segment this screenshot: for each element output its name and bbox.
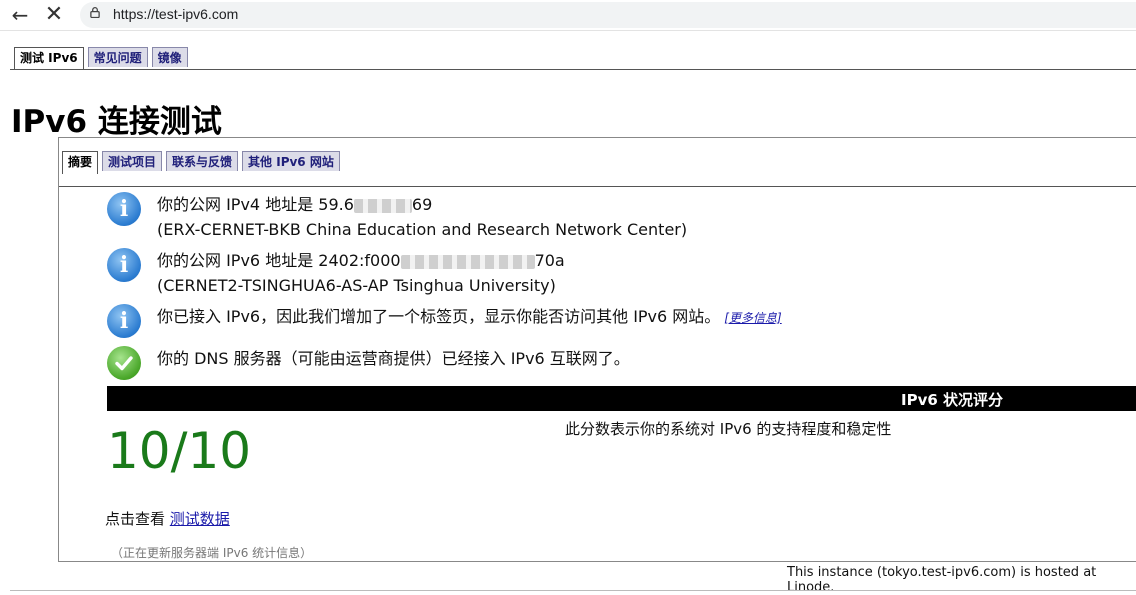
browser-toolbar: ← ✕ https://test-ipv6.com — [0, 0, 1136, 31]
close-icon[interactable]: ✕ — [42, 3, 66, 27]
dns-result: 你的 DNS 服务器（可能由运营商提供）已经接入 IPv6 互联网了。 — [107, 346, 630, 380]
info-icon: i — [107, 248, 141, 282]
redaction-mask — [353, 198, 412, 213]
ipv6-result: i 你的公网 IPv6 地址是 2402:f000 70a (CERNET2-TS… — [107, 248, 565, 298]
ipv4-address-prefix: 你的公网 IPv4 地址是 59.6 — [157, 195, 354, 214]
checkmark-icon — [107, 346, 141, 380]
test-data-link[interactable]: 测试数据 — [170, 510, 230, 528]
score-value: 10/10 — [107, 422, 252, 480]
top-tabs: 测试 IPv6 常见问题 镜像 — [14, 47, 188, 70]
score-header-bar: IPv6 状况评分 — [107, 386, 1136, 411]
tab-contact-feedback[interactable]: 联系与反馈 — [166, 151, 239, 171]
info-icon: i — [107, 304, 141, 338]
subtabs-divider — [59, 186, 1136, 187]
dns-result-text: 你的 DNS 服务器（可能由运营商提供）已经接入 IPv6 互联网了。 — [157, 349, 630, 368]
tab-test-ipv6[interactable]: 测试 IPv6 — [14, 47, 84, 70]
bottom-divider — [10, 590, 1136, 591]
view-data-prefix: 点击查看 — [105, 510, 170, 528]
ipv6-address-prefix: 你的公网 IPv6 地址是 2402:f000 — [157, 251, 401, 270]
url-text: https://test-ipv6.com — [113, 6, 239, 22]
tabs-divider — [10, 69, 1136, 70]
redaction-mask — [400, 254, 535, 269]
updating-status: （正在更新服务器端 IPv6 统计信息） — [111, 546, 313, 560]
ipv4-address-suffix: 69 — [411, 195, 433, 214]
ipv6-network: (CERNET2-TSINGHUA6-AS-AP Tsinghua Univer… — [157, 276, 556, 295]
view-data: 点击查看 测试数据 — [105, 508, 230, 529]
tab-mirrors[interactable]: 镜像 — [151, 47, 188, 67]
tab-faq[interactable]: 常见问题 — [87, 47, 148, 67]
score-header: IPv6 状况评分 — [901, 391, 1004, 409]
more-info-link[interactable]: [更多信息] — [724, 311, 781, 325]
back-arrow-icon[interactable]: ← — [8, 3, 32, 27]
sub-tabs: 摘要 测试项目 联系与反馈 其他 IPv6 网站 — [62, 151, 340, 174]
results-panel: 摘要 测试项目 联系与反馈 其他 IPv6 网站 i 你的公网 IPv4 地址是… — [58, 137, 1136, 562]
ipv4-result: i 你的公网 IPv4 地址是 59.6 69 (ERX-CERNET-BKB C… — [107, 192, 687, 242]
tab-other-ipv6-sites[interactable]: 其他 IPv6 网站 — [242, 151, 340, 171]
ipv6-tab-notice: i 你已接入 IPv6，因此我们增加了一个标签页，显示你能否访问其他 IPv6 … — [107, 304, 782, 338]
tab-tests-run[interactable]: 测试项目 — [102, 151, 163, 171]
ipv6-address-suffix: 70a — [534, 251, 565, 270]
ipv4-network: (ERX-CERNET-BKB China Education and Rese… — [157, 220, 688, 239]
info-icon: i — [107, 192, 141, 226]
ipv6-tab-notice-text: 你已接入 IPv6，因此我们增加了一个标签页，显示你能否访问其他 IPv6 网站… — [157, 307, 721, 326]
address-bar[interactable]: https://test-ipv6.com — [80, 2, 1136, 28]
lock-icon — [90, 7, 100, 18]
tab-summary[interactable]: 摘要 — [62, 151, 99, 174]
score-description: 此分数表示你的系统对 IPv6 的支持程度和稳定性 — [565, 420, 892, 438]
page-title: IPv6 连接测试 — [11, 104, 222, 140]
